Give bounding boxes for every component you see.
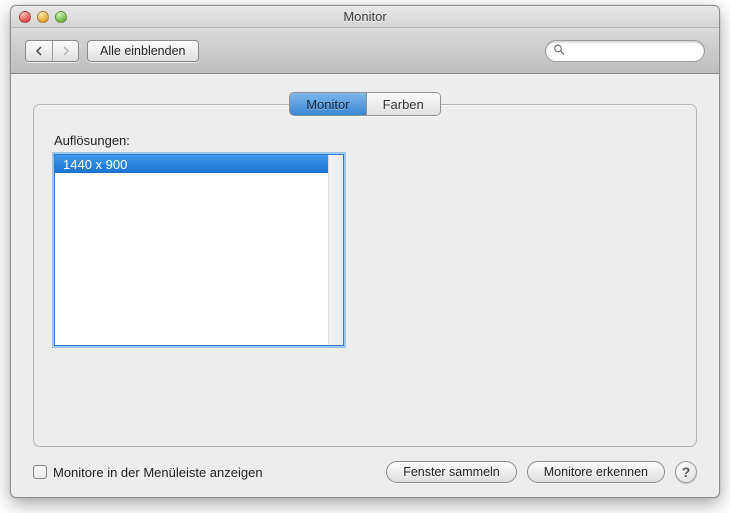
checkbox-box: [33, 465, 47, 479]
detect-displays-button[interactable]: Monitore erkennen: [527, 461, 665, 483]
settings-panel: Auflösungen: 1440 x 900: [33, 104, 697, 447]
tab-monitor[interactable]: Monitor: [290, 93, 365, 115]
help-button[interactable]: ?: [675, 461, 697, 483]
toolbar: Alle einblenden: [11, 28, 719, 74]
resolutions-label: Auflösungen:: [54, 133, 676, 148]
list-item[interactable]: 1440 x 900: [55, 155, 328, 173]
back-button[interactable]: [26, 41, 52, 61]
tab-colors[interactable]: Farben: [366, 93, 440, 115]
window-title: Monitor: [11, 9, 719, 24]
show-all-button[interactable]: Alle einblenden: [87, 40, 199, 62]
panel-tabs: Monitor Farben: [289, 92, 441, 116]
gather-windows-button[interactable]: Fenster sammeln: [386, 461, 517, 483]
titlebar: Monitor: [11, 6, 719, 28]
resolutions-listbox[interactable]: 1440 x 900: [54, 154, 344, 346]
scrollbar[interactable]: [328, 155, 343, 345]
nav-segmented: [25, 40, 79, 62]
chevron-right-icon: [61, 46, 71, 56]
forward-button[interactable]: [52, 41, 78, 61]
chevron-left-icon: [34, 46, 44, 56]
checkbox-label: Monitore in der Menüleiste anzeigen: [53, 465, 263, 480]
show-in-menubar-checkbox[interactable]: Monitore in der Menüleiste anzeigen: [33, 465, 263, 480]
search-input[interactable]: [545, 40, 705, 62]
